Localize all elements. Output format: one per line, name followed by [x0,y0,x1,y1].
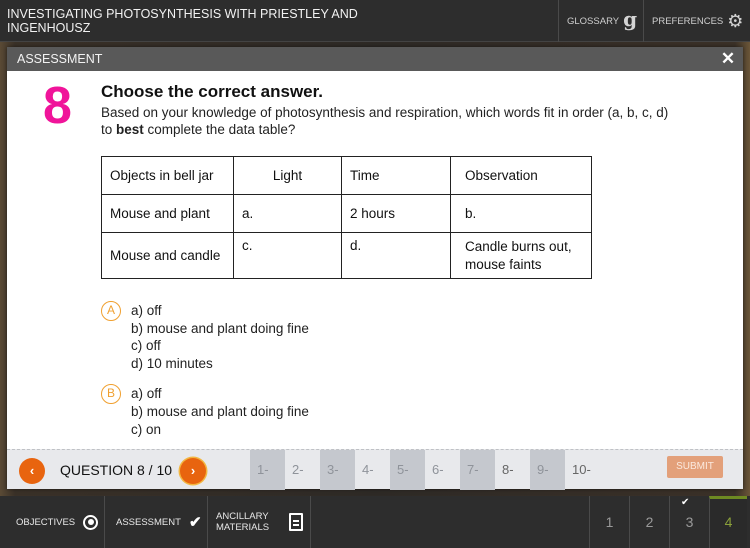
preferences-label: PREFERENCES [652,15,724,27]
option-line: d) 10 minutes [131,355,213,371]
question-title: Choose the correct answer. [101,82,324,101]
page-number: 4 [724,514,733,530]
top-header: INVESTIGATING PHOTOSYNTHESIS WITH PRIEST… [0,0,750,42]
question-tiles: 1- 2- 3- 4- 5- 6- 7- 8- 9- 10- [250,450,600,490]
ancillary-materials-button[interactable]: ANCILLARY MATERIALS [208,496,311,548]
question-tile-8[interactable]: 8- [495,450,530,490]
previous-question-button[interactable]: ‹ [19,458,45,484]
table-cell: d. [341,232,451,279]
table-cell: Candle burns out, mouse faints [450,232,592,279]
option-line: a) off [131,303,162,318]
gear-icon: ⚙ [727,10,744,31]
ancillary-label-line: ANCILLARY [216,511,269,522]
question-tile-7[interactable]: 7- [460,450,495,490]
table-row: Mouse and plant a. 2 hours b. [101,194,592,233]
document-icon [289,513,304,531]
answer-options: A a) off b) mouse and plant doing fine c… [101,301,309,449]
option-letter-badge[interactable]: A [101,301,121,321]
ancillary-label: ANCILLARY MATERIALS [216,511,269,533]
close-icon[interactable]: ✕ [719,47,737,71]
question-navigation: ‹ QUESTION 8 / 10 › 1- 2- 3- 4- 5- 6- 7-… [7,449,743,490]
glossary-icon: g [623,7,638,31]
option-text: a) off b) mouse and plant doing fine c) … [131,301,309,372]
option-line: b) mouse and plant doing fine [131,320,309,336]
preferences-button[interactable]: PREFERENCES ⚙ [643,0,750,42]
table-cell: a. [233,194,342,233]
table-cell: 2 hours [341,194,451,233]
question-counter: QUESTION 8 / 10 [60,462,173,478]
answer-option-b[interactable]: B a) off b) mouse and plant doing fine c… [101,384,309,438]
check-icon: ✔ [188,513,202,531]
table-header-row: Objects in bell jar Light Time Observati… [101,156,592,195]
page-button-2[interactable]: 2 [629,496,669,548]
question-tile-1[interactable]: 1- [250,450,285,490]
table-header: Light [233,156,342,195]
question-number: 8 [43,77,72,135]
table-cell: b. [450,194,592,233]
assessment-label: ASSESSMENT [116,516,181,528]
question-tile-4[interactable]: 4- [355,450,390,490]
page-button-3[interactable]: ✔ 3 [669,496,709,548]
question-tile-5[interactable]: 5- [390,450,425,490]
submit-button[interactable]: SUBMIT [667,456,723,478]
next-question-button[interactable]: › [180,458,206,484]
table-cell: Mouse and plant [101,194,234,233]
option-line: c) off [131,338,161,354]
page-number: 1 [605,514,614,530]
page-button-1[interactable]: 1 [589,496,629,548]
question-tile-10[interactable]: 10- [565,450,600,490]
question-tile-9[interactable]: 9- [530,450,565,490]
assessment-button[interactable]: ASSESSMENT ✔ [105,496,208,548]
question-content[interactable]: 8 Choose the correct answer. Based on yo… [7,71,743,449]
objectives-button[interactable]: OBJECTIVES [0,496,105,548]
table-row: Mouse and candle c. d. Candle burns out,… [101,232,592,279]
glossary-label: GLOSSARY [567,15,620,27]
page-number: 2 [645,514,654,530]
option-letter-badge[interactable]: B [101,384,121,405]
glossary-button[interactable]: GLOSSARY g [558,0,643,42]
option-line: a) off [131,386,162,402]
table-cell: Mouse and candle [101,232,234,279]
page-navigation: 1 2 ✔ 3 4 [589,496,747,548]
option-text: a) off b) mouse and plant doing fine c) … [131,384,309,438]
question-tile-3[interactable]: 3- [320,450,355,490]
assessment-modal: ASSESSMENT ✕ 8 Choose the correct answer… [7,47,743,490]
target-icon [83,514,99,530]
table-header: Observation [450,156,592,195]
question-text: Based on your knowledge of photosynthesi… [101,104,671,138]
modal-title: ASSESSMENT [17,52,103,66]
bottom-toolbar: OBJECTIVES ASSESSMENT ✔ ANCILLARY MATERI… [0,496,750,548]
table-cell: c. [233,232,342,279]
question-tile-6[interactable]: 6- [425,450,460,490]
question-tile-2[interactable]: 2- [285,450,320,490]
modal-header: ASSESSMENT ✕ [7,47,743,71]
option-line: b) mouse and plant doing fine [131,403,309,419]
ancillary-label-line: MATERIALS [216,522,270,533]
table-header: Objects in bell jar [101,156,234,195]
data-table: Objects in bell jar Light Time Observati… [101,156,592,279]
objectives-label: OBJECTIVES [16,516,76,528]
option-line: c) on [131,421,162,437]
completed-check-icon: ✔ [681,497,690,508]
page-button-4[interactable]: 4 [709,496,747,548]
page-number: 3 [685,514,694,530]
course-title: INVESTIGATING PHOTOSYNTHESIS WITH PRIEST… [7,7,358,35]
answer-option-a[interactable]: A a) off b) mouse and plant doing fine c… [101,301,309,372]
question-text-part: complete the data table? [143,122,296,137]
question-text-emphasis: best [116,122,144,137]
table-header: Time [341,156,451,195]
